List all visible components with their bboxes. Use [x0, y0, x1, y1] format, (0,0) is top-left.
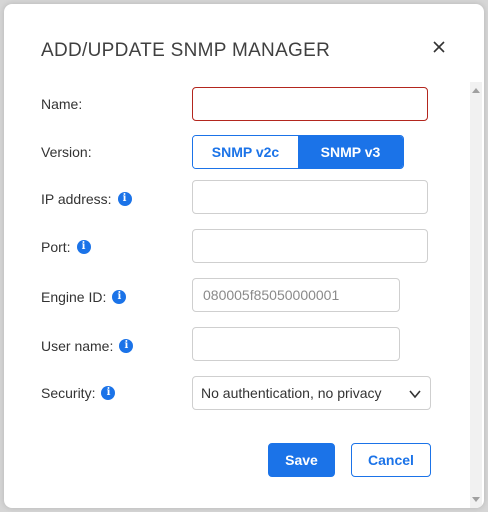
- security-label-text: Security:: [41, 385, 96, 401]
- ip-address-input[interactable]: [192, 180, 428, 214]
- security-label: Security: i: [41, 383, 116, 403]
- user-name-label-text: User name:: [41, 338, 114, 354]
- name-input[interactable]: [192, 87, 428, 121]
- port-label: Port: i: [41, 237, 91, 257]
- name-label: Name:: [41, 94, 82, 114]
- scrollbar[interactable]: [470, 82, 482, 508]
- user-name-input[interactable]: [192, 327, 400, 361]
- info-icon[interactable]: i: [112, 290, 127, 304]
- engine-id-label-text: Engine ID:: [41, 289, 107, 305]
- scroll-up-arrow[interactable]: [470, 84, 482, 96]
- user-name-label: User name: i: [41, 336, 134, 356]
- chevron-down-icon: [409, 390, 421, 399]
- info-icon[interactable]: i: [117, 192, 132, 206]
- close-icon: [433, 41, 445, 53]
- dialog-title: ADD/UPDATE SNMP MANAGER: [41, 40, 331, 61]
- port-label-text: Port:: [41, 239, 71, 255]
- scroll-up-icon: [472, 88, 480, 93]
- security-select[interactable]: No authentication, no privacy: [192, 376, 431, 410]
- port-input[interactable]: [192, 229, 428, 263]
- cancel-button[interactable]: Cancel: [351, 443, 431, 477]
- save-button[interactable]: Save: [268, 443, 335, 477]
- ip-address-label: IP address: i: [41, 189, 132, 209]
- snmp-v3-option[interactable]: SNMP v3: [298, 136, 403, 168]
- info-icon[interactable]: i: [119, 339, 134, 353]
- security-select-value: No authentication, no privacy: [201, 385, 382, 401]
- version-label: Version:: [41, 142, 92, 162]
- scroll-down-arrow[interactable]: [470, 494, 482, 506]
- close-button[interactable]: [426, 34, 452, 60]
- engine-id-input[interactable]: [192, 278, 400, 312]
- name-label-text: Name:: [41, 96, 83, 112]
- info-icon[interactable]: i: [101, 386, 116, 400]
- info-icon[interactable]: i: [76, 240, 91, 254]
- engine-id-label: Engine ID: i: [41, 287, 127, 307]
- scroll-down-icon: [472, 497, 480, 502]
- version-label-text: Version:: [41, 144, 92, 160]
- version-toggle: SNMP v2c SNMP v3: [192, 135, 404, 169]
- ip-address-label-text: IP address:: [41, 191, 112, 207]
- snmp-manager-dialog: ADD/UPDATE SNMP MANAGER Name: Version: S…: [4, 4, 484, 508]
- snmp-v2c-option[interactable]: SNMP v2c: [193, 136, 298, 168]
